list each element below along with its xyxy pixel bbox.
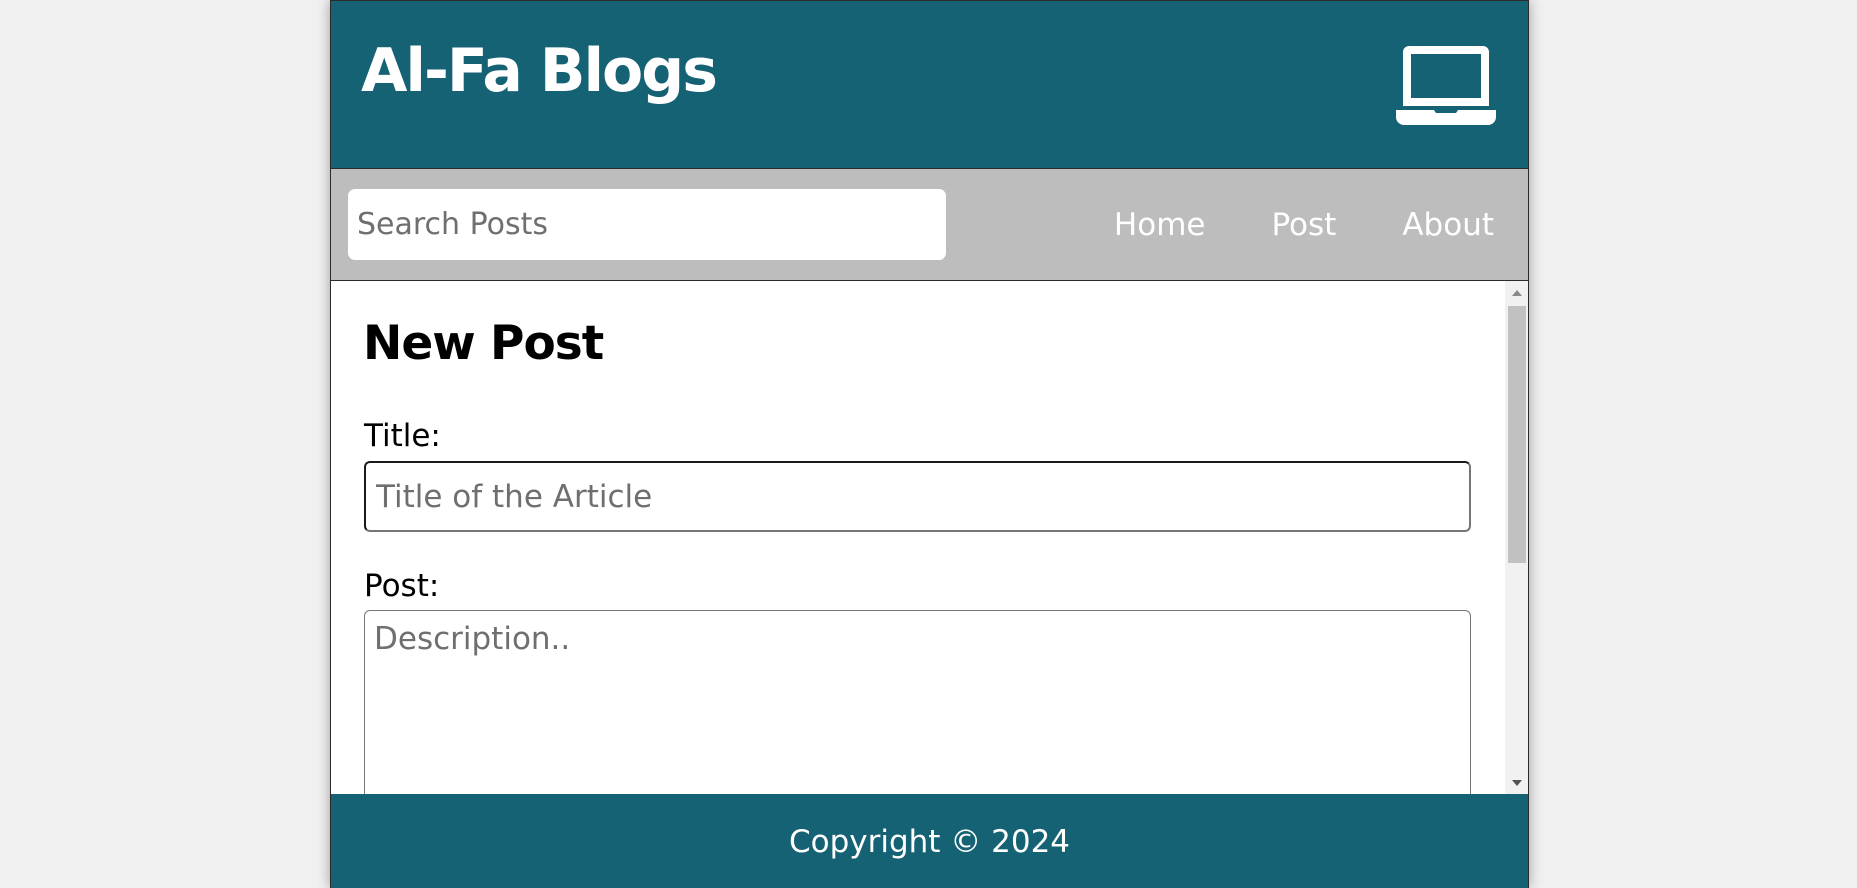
site-title: Al-Fa Blogs (361, 36, 718, 106)
site-footer: Copyright © 2024 (331, 794, 1528, 888)
nav-link-post[interactable]: Post (1271, 207, 1336, 243)
scroll-up-arrow-icon[interactable] (1505, 281, 1528, 304)
scrollbar-thumb[interactable] (1508, 306, 1526, 563)
laptop-icon (1396, 46, 1496, 125)
nav-link-about[interactable]: About (1402, 207, 1494, 243)
nav-link-home[interactable]: Home (1114, 207, 1206, 243)
copyright-text: Copyright © 2024 (788, 823, 1071, 860)
post-label: Post: (364, 568, 440, 604)
main-content: New Post Title: Post: (331, 281, 1505, 794)
site-header: Al-Fa Blogs (331, 1, 1528, 168)
title-input[interactable] (364, 461, 1471, 532)
nav-bar: Home Post About (331, 168, 1528, 281)
post-description-textarea[interactable] (364, 610, 1471, 794)
main-scrollbar[interactable] (1505, 281, 1528, 794)
search-input[interactable] (348, 189, 946, 260)
page-title: New Post (363, 316, 604, 371)
app-window: Al-Fa Blogs Home Post About New Post Tit… (330, 0, 1529, 888)
title-label: Title: (364, 418, 441, 454)
scroll-down-arrow-icon[interactable] (1505, 771, 1528, 794)
nav-links: Home Post About (1114, 169, 1494, 280)
